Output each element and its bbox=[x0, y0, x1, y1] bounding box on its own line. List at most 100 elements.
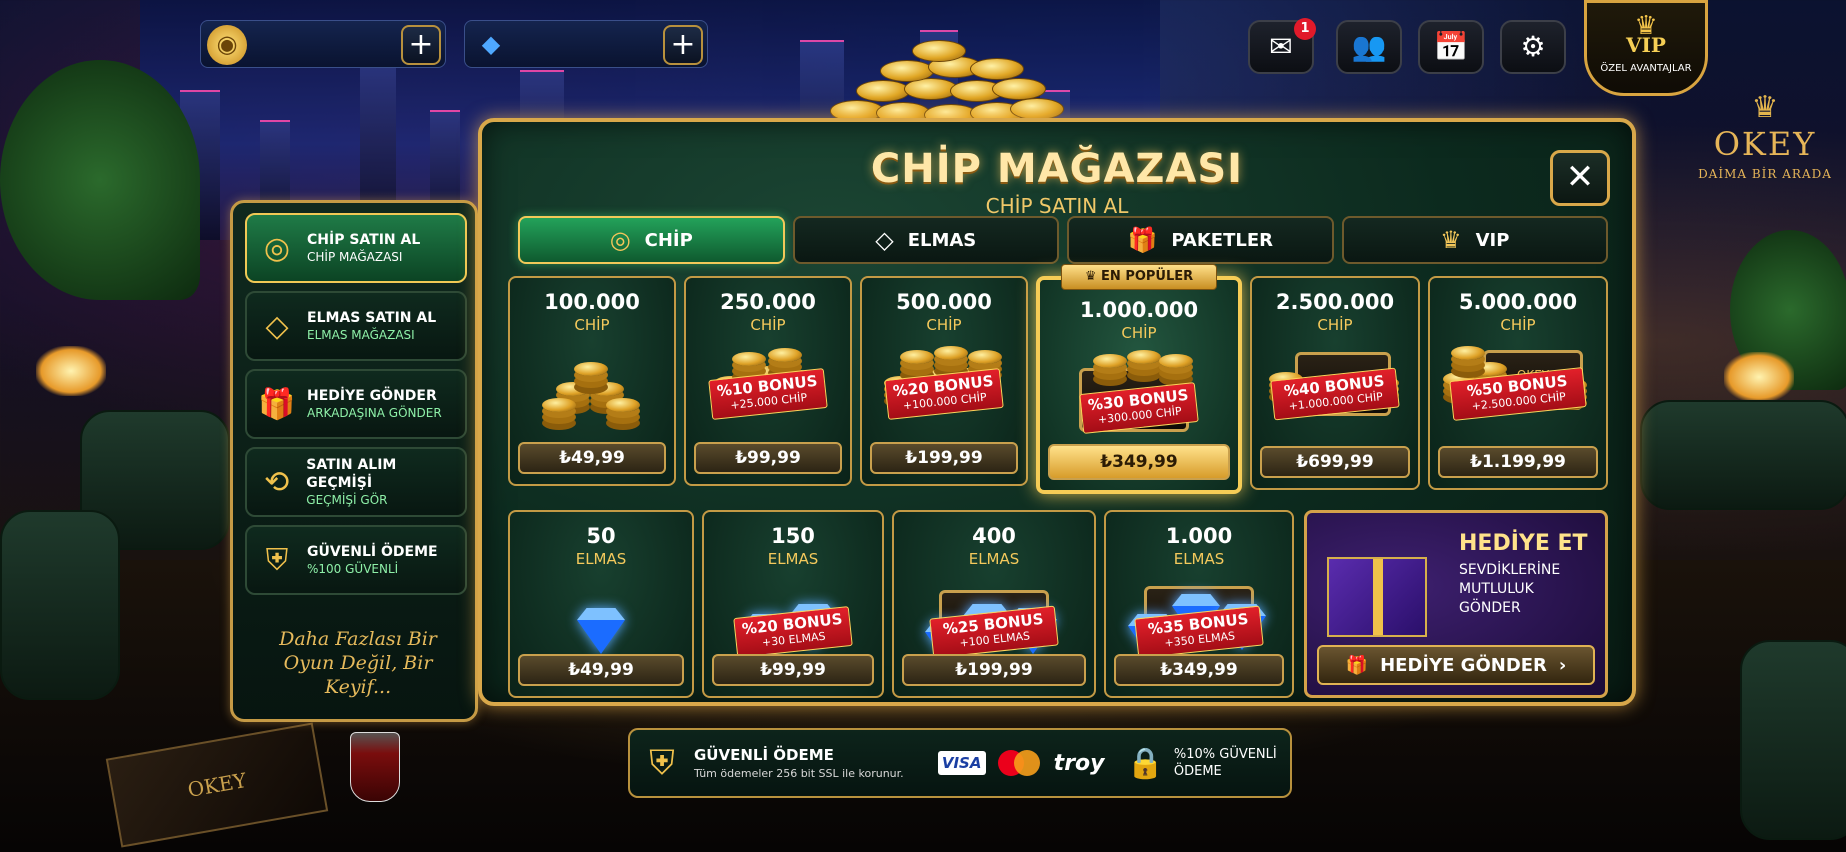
armchair-right bbox=[1740, 640, 1846, 840]
diamond-icon: ◇ bbox=[875, 226, 894, 254]
add-chips-button[interactable]: + bbox=[401, 25, 441, 65]
pack-price-button[interactable]: ₺349,99 bbox=[1114, 654, 1284, 686]
troy-logo: troy bbox=[1053, 750, 1105, 776]
gift-box-icon bbox=[1327, 557, 1427, 637]
pack-unit: ELMAS bbox=[1173, 550, 1225, 568]
chip-pack-card[interactable]: 100.000 CHİP ₺49,99 bbox=[508, 276, 676, 486]
vip-button[interactable]: ♛ VIP ÖZEL AVANTAJLAR bbox=[1584, 0, 1708, 96]
brand-name: OKEY bbox=[1713, 125, 1817, 163]
store-tabs: ◎ CHİP ◇ ELMAS 🎁 PAKETLER ♛ VIP bbox=[518, 216, 1608, 264]
gift-card[interactable]: HEDİYE ET SEVDİKLERİNE MUTLULUK GÖNDER 🎁… bbox=[1304, 510, 1608, 698]
pack-price-button[interactable]: ₺99,99 bbox=[694, 442, 842, 474]
pack-unit: CHİP bbox=[1500, 316, 1536, 334]
tab-elmas[interactable]: ◇ ELMAS bbox=[792, 216, 1059, 264]
diamond-pack-card[interactable]: 400 ELMAS %25 BONUS +100 ELMAS ₺199,99 bbox=[892, 510, 1096, 698]
sidebar-item-title: SATIN ALIM GEÇMİŞİ bbox=[306, 457, 397, 491]
secure-text: %10% GÜVENLİ ÖDEME bbox=[1173, 747, 1277, 779]
sidebar-item-gift[interactable]: 🎁 HEDİYE GÖNDER ARKADAŞINA GÖNDER bbox=[245, 369, 467, 439]
tab-label: ELMAS bbox=[907, 229, 977, 251]
crown-icon: ♛ bbox=[1751, 90, 1779, 125]
pack-unit: CHİP bbox=[926, 316, 962, 334]
brand-tagline: DAİMA BİR ARADA bbox=[1698, 167, 1832, 181]
pack-amount: 250.000 bbox=[720, 290, 816, 314]
pack-amount: 2.500.000 bbox=[1275, 290, 1395, 314]
lamp-left bbox=[36, 346, 106, 396]
pack-price-button[interactable]: ₺1.199,99 bbox=[1438, 446, 1598, 478]
footer-title: GÜVENLİ ÖDEME bbox=[694, 746, 834, 764]
settings-button[interactable]: ⚙ bbox=[1500, 20, 1566, 74]
sidebar-item-title: HEDİYE GÖNDER bbox=[307, 388, 437, 404]
pack-price-button[interactable]: ₺49,99 bbox=[518, 442, 666, 474]
pack-price-button[interactable]: ₺199,99 bbox=[902, 654, 1086, 686]
lock-icon: 🔒 bbox=[1126, 745, 1164, 781]
sidebar-item-sub: %100 GÜVENLİ bbox=[307, 562, 399, 576]
tab-vip[interactable]: ♛ VIP bbox=[1341, 216, 1608, 264]
sidebar-item-chip[interactable]: ◎ CHİP SATIN AL CHİP MAĞAZASI bbox=[245, 213, 467, 283]
sidebar-item-title: ELMAS SATIN AL bbox=[307, 310, 437, 326]
pack-unit: CHİP bbox=[750, 316, 786, 334]
calendar-icon: 📅 bbox=[1433, 30, 1469, 63]
coins-icon: ◎ bbox=[263, 230, 291, 266]
footer-desc: Tüm ödemeler 256 bit SSL ile korunur. bbox=[694, 767, 904, 780]
diamond-balance: ◆ + bbox=[464, 20, 708, 68]
chip-pack-card-popular[interactable]: ♛ EN POPÜLER 1.000.000 CHİP %30 BONUS +3… bbox=[1036, 264, 1242, 494]
close-button[interactable]: ✕ bbox=[1550, 150, 1610, 206]
chip-pack-card[interactable]: 250.000 CHİP %10 BONUS +25.000 CHİP ₺99,… bbox=[684, 276, 852, 486]
diamond-pack-card[interactable]: 1.000 ELMAS %35 BONUS +350 ELMAS ₺349,99 bbox=[1104, 510, 1294, 698]
gift-title: HEDİYE ET bbox=[1459, 531, 1588, 556]
add-diamonds-button[interactable]: + bbox=[663, 25, 703, 65]
secure-payment-footer: ⛨ GÜVENLİ ÖDEME Tüm ödemeler 256 bit SSL… bbox=[628, 728, 1292, 798]
chip-pack-card[interactable]: 5.000.000 CHİP OKEY %50 BONUS +2.500.000… bbox=[1428, 276, 1608, 490]
tab-paketler[interactable]: 🎁 PAKETLER bbox=[1067, 216, 1334, 264]
pack-unit: CHİP bbox=[574, 316, 610, 334]
armchair-left bbox=[0, 510, 120, 700]
sidebar-item-elmas[interactable]: ◇ ELMAS SATIN AL ELMAS MAĞAZASI bbox=[245, 291, 467, 361]
calendar-button[interactable]: 📅 bbox=[1418, 20, 1484, 74]
sidebar-item-secure[interactable]: ⛨ GÜVENLİ ÖDEME %100 GÜVENLİ bbox=[245, 525, 467, 595]
visa-logo: VISA bbox=[937, 751, 986, 775]
chip-pack-card[interactable]: 500.000 CHİP %20 BONUS +100.000 CHİP ₺19… bbox=[860, 276, 1028, 486]
history-icon: ⟲ bbox=[264, 464, 290, 500]
pack-amount: 1.000 bbox=[1165, 524, 1233, 548]
gear-icon: ⚙ bbox=[1520, 30, 1546, 63]
sidebar-item-title: CHİP SATIN AL bbox=[307, 232, 421, 248]
popular-badge: ♛ EN POPÜLER bbox=[1061, 264, 1217, 290]
gift-desc: SEVDİKLERİNE MUTLULUK GÖNDER bbox=[1459, 562, 1561, 616]
sidebar-item-sub: ELMAS MAĞAZASI bbox=[307, 328, 415, 342]
send-gift-button[interactable]: 🎁 HEDİYE GÖNDER › bbox=[1317, 645, 1595, 685]
mail-button[interactable]: ✉ 1 bbox=[1248, 18, 1316, 74]
pack-price-button[interactable]: ₺49,99 bbox=[518, 654, 684, 686]
chip-pack-card[interactable]: 2.500.000 CHİP %40 BONUS +1.000.000 CHİP… bbox=[1250, 276, 1420, 490]
sidebar-item-sub: ARKADAŞINA GÖNDER bbox=[307, 406, 442, 420]
friends-button[interactable]: 👥 bbox=[1336, 20, 1402, 74]
pack-unit: ELMAS bbox=[767, 550, 819, 568]
chevron-right-icon: › bbox=[1558, 654, 1567, 676]
coins-icon: ◎ bbox=[609, 226, 631, 254]
diamond-pack-card[interactable]: 50 ELMAS ₺49,99 bbox=[508, 510, 694, 698]
coins-icon bbox=[532, 342, 652, 432]
pack-price-button[interactable]: ₺699,99 bbox=[1260, 446, 1410, 478]
pack-unit: ELMAS bbox=[968, 550, 1020, 568]
shield-icon: ⛨ bbox=[265, 542, 289, 578]
pack-price-button[interactable]: ₺99,99 bbox=[712, 654, 874, 686]
store-sidebar: ◎ CHİP SATIN AL CHİP MAĞAZASI ◇ ELMAS SA… bbox=[230, 200, 478, 722]
mail-badge: 1 bbox=[1294, 18, 1316, 40]
slogan: Daha Fazlası Bir Oyun Değil, Bir Keyif..… bbox=[279, 628, 437, 698]
diamond-pack-card[interactable]: 150 ELMAS %20 BONUS +30 ELMAS ₺99,99 bbox=[702, 510, 884, 698]
mail-icon: ✉ bbox=[1269, 30, 1293, 63]
lamp-right bbox=[1724, 352, 1794, 402]
tab-chip[interactable]: ◎ CHİP bbox=[518, 216, 785, 264]
chip-pack-grid: 100.000 CHİP ₺49,99 250.000 CHİP %10 BON… bbox=[508, 264, 1618, 496]
chip-store-panel: CHİP MAĞAZASI CHİP SATIN AL ✕ ◎ CHİP ◇ ELM… bbox=[478, 118, 1636, 706]
plant-left bbox=[0, 60, 200, 300]
gift-icon: 🎁 bbox=[1345, 654, 1369, 676]
pack-price-button[interactable]: ₺199,99 bbox=[870, 442, 1018, 474]
sidebar-item-history[interactable]: ⟲ SATIN ALIM GEÇMİŞİ GEÇMİŞİ GÖR bbox=[245, 447, 467, 517]
vip-label: VIP bbox=[1626, 33, 1666, 57]
diamond-icon: ◆ bbox=[481, 30, 501, 58]
mastercard-logo bbox=[997, 750, 1042, 776]
pack-unit: CHİP bbox=[1317, 316, 1353, 334]
pack-price-button[interactable]: ₺349,99 bbox=[1048, 444, 1230, 480]
diamond-icon bbox=[541, 576, 661, 666]
gift-icon: 🎁 bbox=[258, 386, 296, 422]
